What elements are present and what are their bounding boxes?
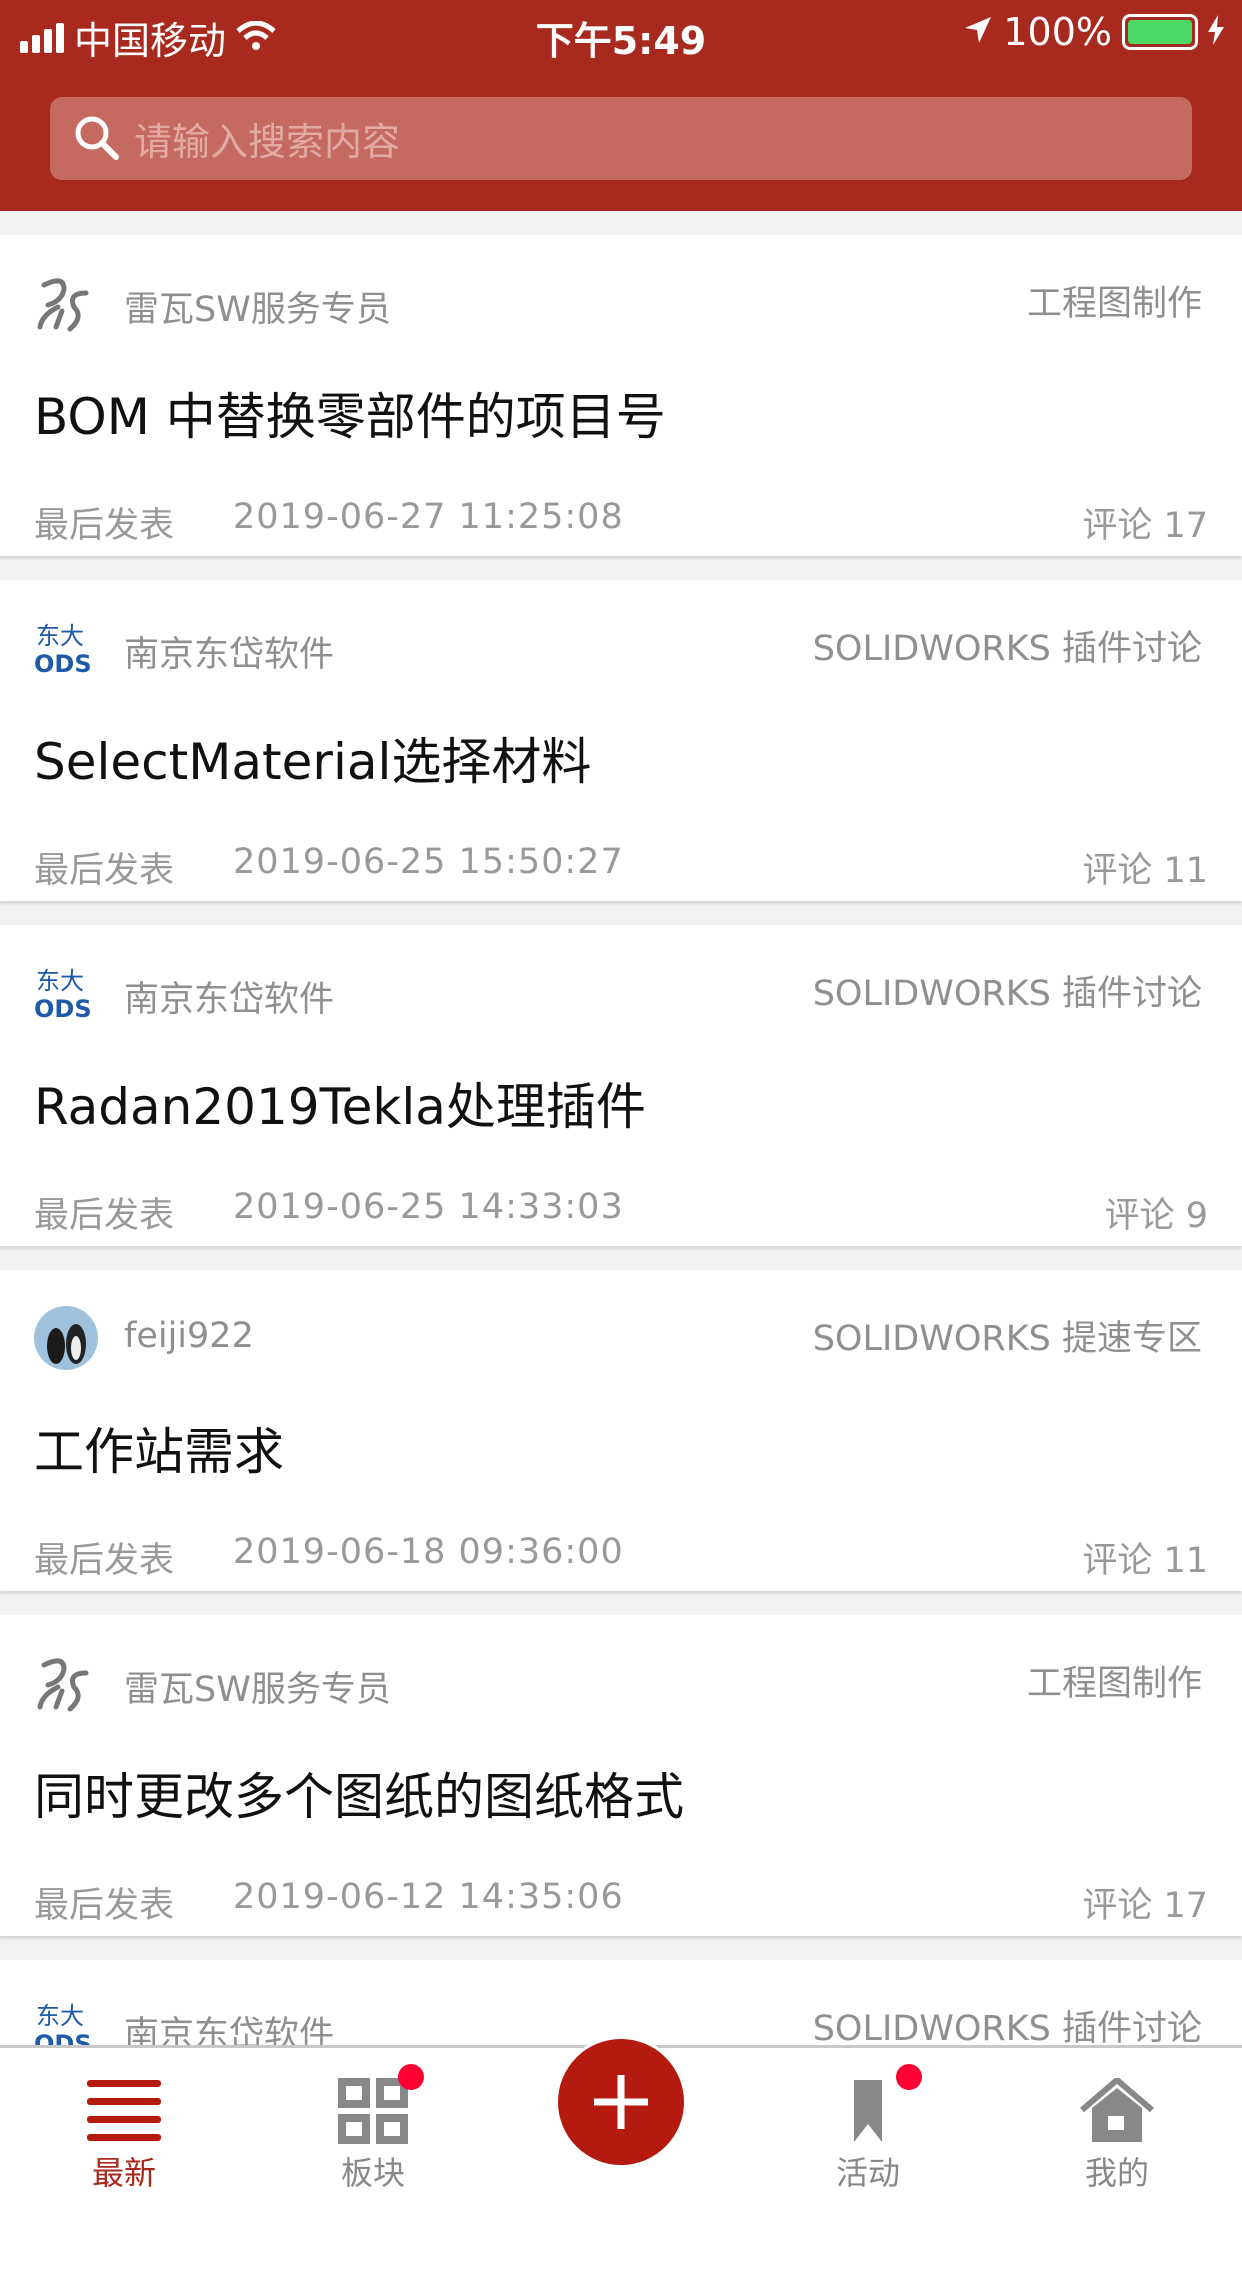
tab-label: 最新 [91,2154,156,2192]
tab-label: 我的 [1084,2154,1149,2192]
avatar: 东大 ODS [34,616,98,680]
post-author[interactable]: feiji922 [124,1316,254,1356]
last-post-label: 最后发表 [34,1886,175,1926]
last-post-date: 2019-06-25 14:33:03 [233,1187,624,1227]
avatar [34,1651,98,1715]
tab-activity[interactable]: 活动 [798,2078,938,2194]
menu-icon [87,2080,161,2141]
tab-mine[interactable]: 我的 [1047,2078,1187,2194]
search-icon [72,113,120,165]
avatar: 东大 ODS [34,961,98,1025]
post-forum[interactable]: 工程图制作 [1027,275,1202,326]
svg-text:ODS: ODS [34,650,92,678]
svg-text:ODS: ODS [34,995,92,1023]
svg-text:东大: 东大 [36,622,84,650]
bookmark-icon [854,2080,882,2142]
search-input[interactable]: 请输入搜索内容 [50,97,1192,180]
comment-count: 评论 11 [1082,851,1208,891]
location-icon [963,10,993,54]
tab-label: 活动 [835,2154,900,2192]
post-title[interactable]: Radan2019Tekla处理插件 [34,1067,646,1139]
post-card[interactable]: 东大 ODS 南京东岱软件 SOLIDWORKS 插件讨论 SelectMateri… [0,580,1242,901]
post-forum[interactable]: SOLIDWORKS 插件讨论 [813,2000,1202,2051]
post-card[interactable]: 雷瓦SW服务专员 工程图制作 BOM 中替换零部件的项目号 最后发表 2019-0… [0,235,1242,556]
battery-icon [1122,14,1198,50]
post-card[interactable]: 雷瓦SW服务专员 工程图制作同时更改多个图纸的图纸格式 最后发表 2019-06… [0,1615,1242,1936]
tab-label: 板块 [340,2154,405,2192]
post-title[interactable]: SelectMaterial选择材料 [34,722,591,794]
comment-count: 评论 9 [1104,1196,1208,1236]
last-post-date: 2019-06-18 09:36:00 [233,1532,624,1572]
tab-latest[interactable]: 最新 [54,2078,194,2194]
badge-dot [398,2064,424,2090]
avatar [34,1306,98,1370]
last-post-date: 2019-06-25 15:50:27 [233,842,624,882]
post-forum[interactable]: SOLIDWORKS 提速专区 [813,1310,1202,1361]
post-forum[interactable]: 工程图制作 [1027,1655,1202,1706]
svg-text:东大: 东大 [36,967,84,995]
comment-count: 评论 17 [1082,1886,1208,1926]
last-post-label: 最后发表 [34,1541,175,1581]
avatar [34,271,98,335]
battery-percent: 100% [1003,10,1112,54]
post-forum[interactable]: SOLIDWORKS 插件讨论 [813,965,1202,1016]
grid-icon [338,2078,408,2144]
new-post-button[interactable] [555,2036,687,2168]
post-title[interactable]: 工作站需求 [34,1412,284,1484]
post-author[interactable]: 雷瓦SW服务专员 [124,281,391,332]
last-post-label: 最后发表 [34,506,175,546]
post-card[interactable]: 东大 ODS 南京东岱软件 SOLIDWORKS 插件讨论 Radan2019Tek… [0,925,1242,1246]
svg-text:东大: 东大 [36,2002,84,2030]
post-author[interactable]: 南京东岱软件 [124,971,334,1022]
home-icon [1080,2078,1154,2142]
status-bar: 中国移动 下午5:49 100% [0,0,1242,66]
post-forum[interactable]: SOLIDWORKS 插件讨论 [813,620,1202,671]
last-post-label: 最后发表 [34,851,175,891]
comment-count: 评论 11 [1082,1541,1208,1581]
badge-dot [896,2064,922,2090]
search-placeholder: 请输入搜索内容 [134,120,401,164]
plus-icon [594,2075,648,2129]
last-post-date: 2019-06-27 11:25:08 [233,497,624,537]
post-author[interactable]: 雷瓦SW服务专员 [124,1661,391,1712]
post-card[interactable]: feiji922 SOLIDWORKS 提速专区工作站需求 最后发表 2019-… [0,1270,1242,1591]
last-post-label: 最后发表 [34,1196,175,1236]
post-author[interactable]: 南京东岱软件 [124,626,334,677]
header: 中国移动 下午5:49 100% 请输入搜索内容 [0,0,1242,211]
post-title[interactable]: BOM 中替换零部件的项目号 [34,377,666,449]
comment-count: 评论 17 [1082,506,1208,546]
last-post-date: 2019-06-12 14:35:06 [233,1877,624,1917]
tab-boards[interactable]: 板块 [303,2078,443,2194]
post-title[interactable]: 同时更改多个图纸的图纸格式 [34,1757,684,1829]
charging-icon [1208,10,1224,54]
